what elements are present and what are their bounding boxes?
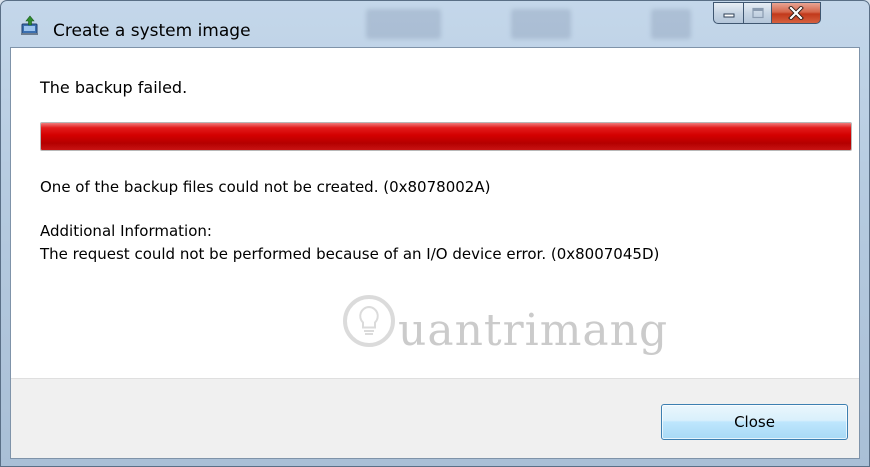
backup-icon bbox=[19, 15, 41, 37]
background-blur bbox=[366, 9, 441, 39]
maximize-icon bbox=[751, 7, 765, 19]
minimize-button[interactable] bbox=[713, 2, 743, 24]
error-message: One of the backup files could not be cre… bbox=[40, 178, 491, 196]
progress-bar bbox=[40, 122, 852, 151]
dialog-footer: Close bbox=[11, 378, 859, 458]
additional-info-label: Additional Information: bbox=[40, 222, 212, 240]
close-button[interactable]: Close bbox=[661, 404, 848, 440]
dialog-content: The backup failed. One of the backup fil… bbox=[10, 47, 860, 459]
minimize-icon bbox=[722, 8, 736, 18]
lightbulb-icon bbox=[341, 293, 397, 353]
close-window-button[interactable] bbox=[771, 2, 821, 24]
close-icon bbox=[788, 6, 804, 20]
background-blur bbox=[651, 9, 691, 39]
window-title: Create a system image bbox=[53, 21, 251, 41]
watermark-text: uantrimang bbox=[398, 305, 669, 356]
status-heading: The backup failed. bbox=[40, 78, 188, 97]
background-blur bbox=[511, 9, 571, 39]
progress-fill bbox=[41, 123, 851, 150]
maximize-button[interactable] bbox=[743, 2, 771, 24]
title-bar[interactable]: Create a system image bbox=[1, 1, 869, 47]
additional-info-message: The request could not be performed becau… bbox=[40, 245, 660, 263]
dialog-window: Create a system image The backup failed. bbox=[0, 0, 870, 467]
caption-buttons bbox=[713, 2, 821, 26]
